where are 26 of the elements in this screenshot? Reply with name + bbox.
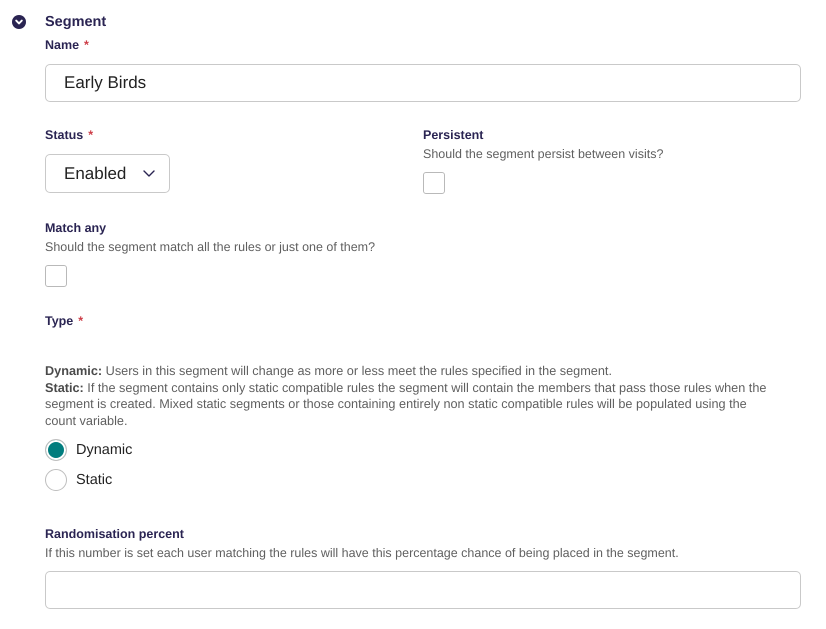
radio-label[interactable]: Dynamic [76, 442, 132, 458]
help-text: Should the segment persist between visits? [423, 146, 664, 162]
help-text: If this number is set each user matching the rules will have this percentage chance of being placed in the segment. [45, 545, 679, 561]
field-label: Match any [45, 220, 106, 236]
type-description: Dynamic: Users in this segment will change as more or less meet the rules specified in the segment. [45, 363, 613, 380]
name-input[interactable]: Early Birds [45, 64, 801, 102]
chevron-circle-icon[interactable] [12, 15, 26, 29]
field-label: Persistent [423, 127, 484, 143]
help-text: Should the segment match all the rules or just one of them? [45, 239, 376, 255]
required-mark: * [88, 127, 94, 143]
status-select[interactable]: Enabled [45, 154, 170, 193]
radio-button[interactable] [45, 469, 67, 491]
section-title: Segment [45, 13, 106, 31]
field-label: Type [45, 313, 74, 329]
percent-input[interactable] [45, 571, 801, 609]
checkbox[interactable] [45, 265, 67, 287]
radio-button[interactable] [45, 439, 67, 461]
chevron-down-icon [143, 170, 156, 177]
field-label: Status [45, 127, 84, 143]
checkbox[interactable] [423, 172, 445, 194]
required-mark: * [84, 37, 89, 53]
type-description: Static: If the segment contains only static compatible rules the segment will contain the members that pass those rules when the segment is created. Mixed static segments or those containing entirely non static compatible rules will be populated using the count variable. [45, 380, 768, 429]
required-mark: * [78, 313, 84, 329]
field-label: Randomisation percent [45, 526, 184, 542]
radio-label[interactable]: Static [76, 472, 112, 488]
field-label: Name [45, 37, 80, 53]
